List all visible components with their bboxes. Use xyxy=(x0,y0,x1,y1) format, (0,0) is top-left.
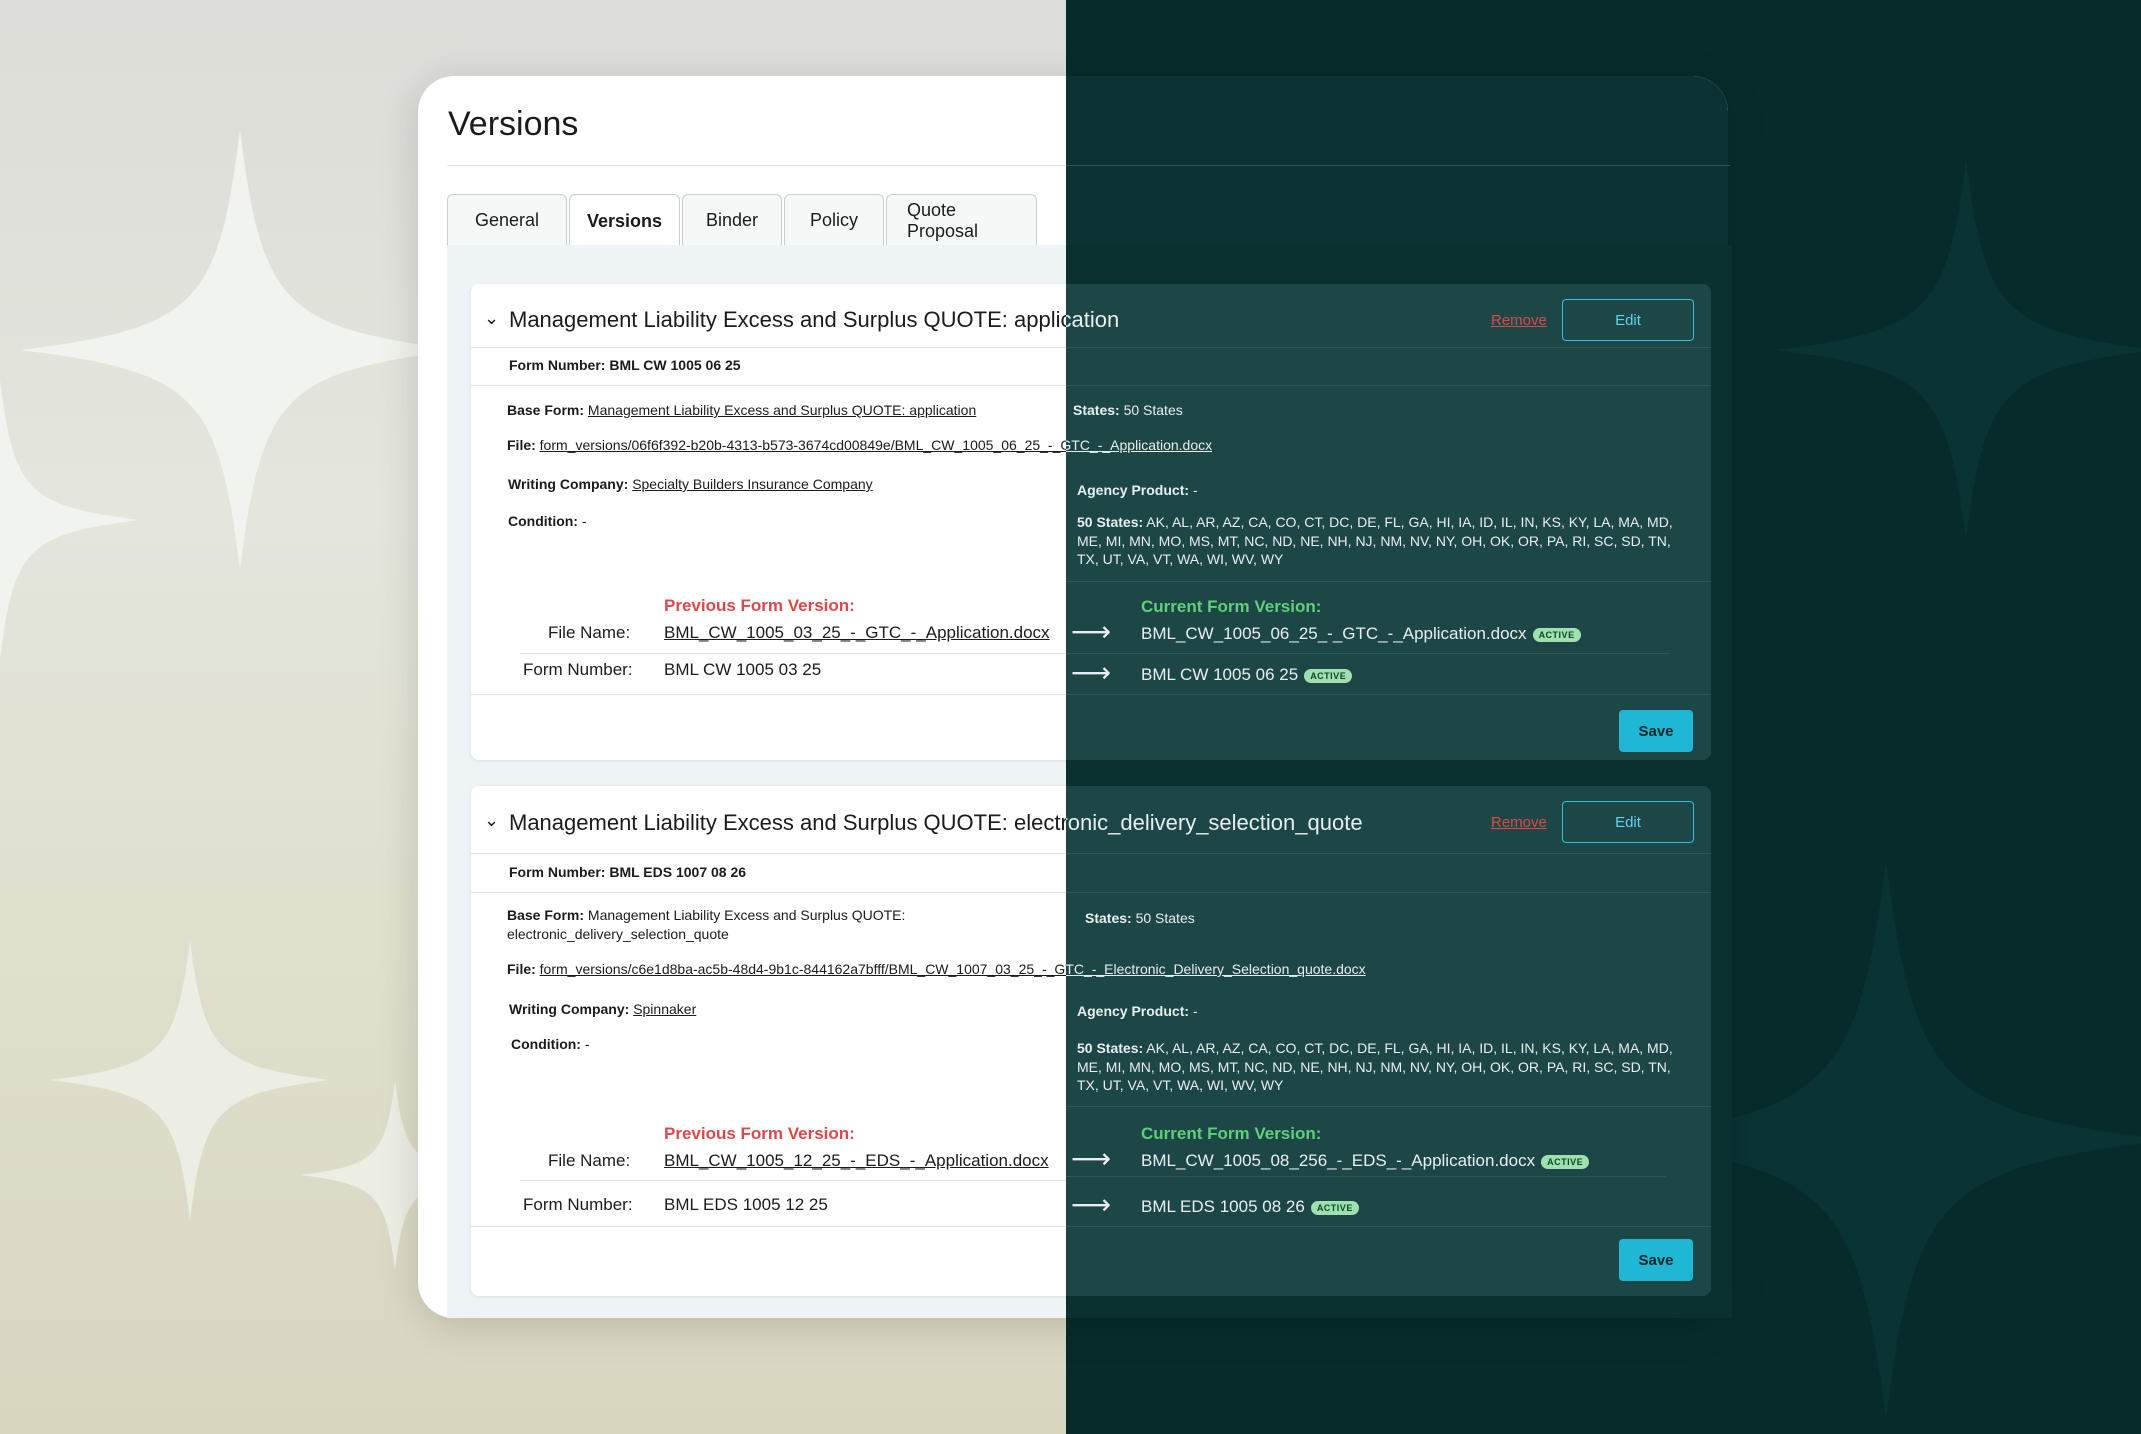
arrow-right-icon: ⟶ xyxy=(1071,616,1112,647)
agency-product-label: Agency Product: xyxy=(1077,482,1190,498)
condition-label: Condition: xyxy=(511,1036,581,1052)
previous-file-name[interactable]: BML_CW_1005_03_25_-_GTC_-_Application.do… xyxy=(664,623,1050,643)
previous-file-name[interactable]: BML_CW_1005_12_25_-_EDS_-_Application.do… xyxy=(664,1151,1049,1171)
condition-label: Condition: xyxy=(508,513,578,529)
remove-link[interactable]: Remove xyxy=(1491,312,1547,329)
form-number-label: Form Number: xyxy=(509,864,606,880)
agency-product-value: - xyxy=(1192,1003,1198,1019)
states-list: AK, AL, AR, AZ, CA, CO, CT, DC, DE, FL, … xyxy=(1077,514,1673,567)
agency-product-label: Agency Product: xyxy=(1077,1003,1190,1019)
divider xyxy=(1066,1106,1711,1107)
condition-value: - xyxy=(581,513,587,529)
arrow-right-icon: ⟶ xyxy=(1071,1189,1112,1220)
page-title: Versions xyxy=(448,105,579,143)
divider xyxy=(1066,1176,1666,1177)
writing-company-label: Writing Company: xyxy=(509,1001,630,1017)
divider xyxy=(1066,581,1711,582)
current-form-number: BML CW 1005 06 25 xyxy=(1141,665,1299,684)
active-badge: ACTIVE xyxy=(1532,627,1581,642)
tab-versions[interactable]: Versions xyxy=(569,194,680,248)
states-list-label: 50 States: xyxy=(1077,1040,1144,1056)
active-badge: ACTIVE xyxy=(1304,668,1353,683)
current-file-name: BML_CW_1005_08_256_-_EDS_-_Application.d… xyxy=(1141,1151,1536,1170)
edit-button[interactable]: Edit xyxy=(1562,299,1694,341)
tab-general[interactable]: General xyxy=(447,194,567,246)
previous-form-number: BML CW 1005 03 25 xyxy=(664,660,822,679)
remove-link[interactable]: Remove xyxy=(1491,814,1547,831)
tab-bar: General Versions Binder Policy Quote Pro… xyxy=(447,194,1039,248)
section-title[interactable]: Management Liability Excess and Surplus … xyxy=(509,307,1066,333)
arrow-right-icon: ⟶ xyxy=(1071,1143,1112,1174)
save-button[interactable]: Save xyxy=(1619,1239,1693,1281)
states-value: 50 States xyxy=(1123,402,1183,418)
writing-company-link[interactable]: Spinnaker xyxy=(633,1001,696,1017)
form-number-label: Form Number: xyxy=(509,357,606,373)
previous-form-number: BML EDS 1005 12 25 xyxy=(664,1195,828,1214)
states-value: 50 States xyxy=(1135,910,1195,926)
current-file-name: BML_CW_1005_06_25_-_GTC_-_Application.do… xyxy=(1141,624,1527,643)
agency-product-value: - xyxy=(1192,482,1198,498)
tab-binder[interactable]: Binder xyxy=(682,194,782,246)
base-form-label: Base Form: xyxy=(507,402,585,418)
chevron-down-icon[interactable]: ⌄ xyxy=(484,308,499,329)
chevron-down-icon[interactable]: ⌄ xyxy=(484,810,499,831)
divider xyxy=(1066,653,1670,654)
form-number-row-label: Form Number: xyxy=(523,660,633,679)
writing-company-link[interactable]: Specialty Builders Insurance Company xyxy=(632,476,872,492)
previous-version-label: Previous Form Version: xyxy=(664,1124,855,1143)
states-label: States: xyxy=(1073,402,1120,418)
save-button[interactable]: Save xyxy=(1619,710,1693,752)
file-name-label: File Name: xyxy=(548,623,631,642)
condition-value: - xyxy=(584,1036,590,1052)
base-form-link[interactable]: Management Liability Excess and Surplus … xyxy=(588,402,976,418)
current-version-label: Current Form Version: xyxy=(1141,1124,1322,1143)
edit-button[interactable]: Edit xyxy=(1562,801,1694,843)
states-list-label: 50 States: xyxy=(1077,514,1144,530)
form-number-value: BML EDS 1007 08 26 xyxy=(609,864,747,880)
base-form-label: Base Form: xyxy=(507,907,585,923)
tab-policy[interactable]: Policy xyxy=(784,194,884,246)
arrow-right-icon: ⟶ xyxy=(1071,657,1112,688)
active-badge: ACTIVE xyxy=(1541,1154,1590,1169)
states-label: States: xyxy=(1085,910,1132,926)
tab-quote-proposal[interactable]: Quote Proposal xyxy=(886,194,1037,246)
form-number-value: BML CW 1005 06 25 xyxy=(609,357,741,373)
file-label: File: xyxy=(507,437,536,453)
current-version-label: Current Form Version: xyxy=(1141,597,1322,616)
file-name-label: File Name: xyxy=(548,1151,631,1170)
current-form-number: BML EDS 1005 08 26 xyxy=(1141,1197,1305,1216)
states-list: AK, AL, AR, AZ, CA, CO, CT, DC, DE, FL, … xyxy=(1077,1040,1673,1093)
form-number-row-label: Form Number: xyxy=(523,1195,633,1214)
active-badge: ACTIVE xyxy=(1310,1200,1359,1215)
writing-company-label: Writing Company: xyxy=(508,476,629,492)
previous-version-label: Previous Form Version: xyxy=(664,596,855,615)
file-label: File: xyxy=(507,961,536,977)
